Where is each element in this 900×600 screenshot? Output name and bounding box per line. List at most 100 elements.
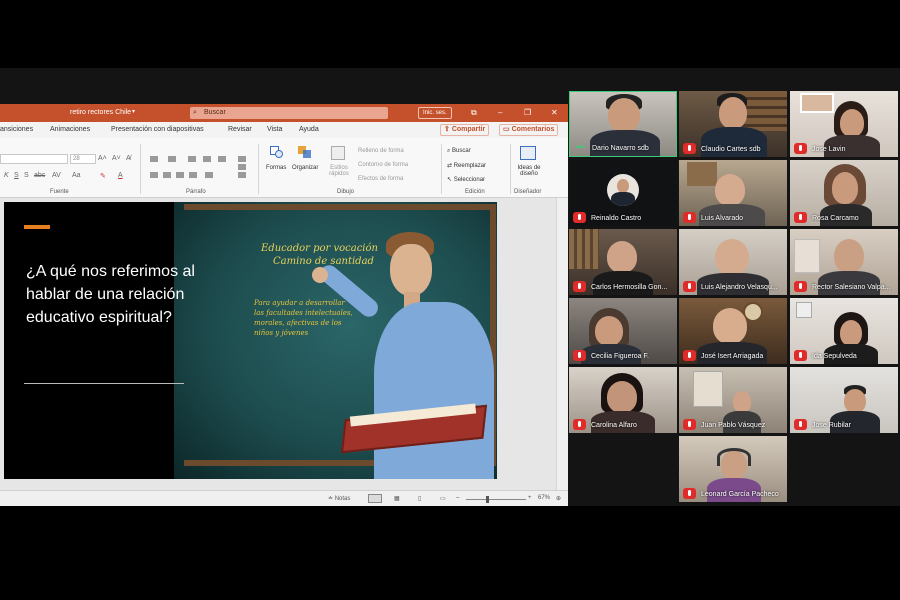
normal-view-icon[interactable] [368, 494, 382, 503]
participant-tile[interactable]: Claudio Cartes sdb [679, 91, 787, 157]
decrease-indent-icon[interactable] [188, 156, 196, 162]
teacher-hand [312, 267, 328, 283]
participant-face [832, 172, 858, 204]
shrink-font-icon[interactable]: A˅ [112, 155, 121, 162]
participant-tile[interactable]: Carolina Alfaro [569, 367, 677, 433]
ribbon-display-icon[interactable]: ⧉ [471, 108, 477, 118]
align-right-icon[interactable] [176, 172, 184, 178]
replace-button[interactable]: ⇄ Reemplazar [447, 162, 486, 169]
arrange-button[interactable]: Organizar [292, 165, 318, 171]
window [794, 239, 820, 273]
zoom-level[interactable]: 67% [538, 495, 550, 501]
text-direction-icon[interactable] [238, 156, 246, 162]
minimize-icon[interactable]: – [498, 108, 502, 118]
shape-effects-button[interactable]: Efectos de forma [358, 176, 403, 182]
tab-transitions[interactable]: ansiciones [0, 126, 33, 133]
zoom-slider[interactable] [466, 499, 526, 500]
tab-slideshow[interactable]: Presentación con diapositivas [111, 126, 204, 133]
font-color-icon[interactable]: A [118, 172, 123, 179]
columns-icon[interactable] [205, 172, 213, 178]
font-size-field[interactable]: 28 [70, 154, 96, 164]
sign-in-button[interactable]: Inic. ses. [418, 107, 452, 119]
highlight-icon[interactable]: ✎ [100, 172, 106, 180]
underline-icon[interactable]: S [14, 172, 19, 179]
shape-outline-button[interactable]: Contorno de forma [358, 162, 408, 168]
tab-help[interactable]: Ayuda [299, 126, 319, 133]
group-label-paragraph: Párrafo [186, 189, 206, 195]
restore-icon[interactable]: ❐ [524, 108, 531, 118]
align-text-icon[interactable] [238, 172, 246, 178]
vertical-scrollbar[interactable] [556, 198, 568, 490]
strikethrough-icon[interactable]: abc [34, 172, 45, 179]
group-label-designer: Diseñador [514, 189, 542, 195]
smartart-icon[interactable] [238, 164, 246, 170]
participant-name: Claudio Cartes sdb [701, 146, 761, 153]
participant-tile[interactable]: Leonard García Pacheco [679, 436, 787, 502]
window [693, 371, 723, 407]
participant-tile[interactable]: ••• Dario Navarro sdb [569, 91, 677, 157]
reading-view-icon[interactable]: ▯ [418, 495, 421, 502]
ribbon-divider [140, 144, 141, 194]
shapes-button[interactable]: Formas [266, 165, 286, 171]
chevron-down-icon[interactable]: ▾ [132, 108, 135, 115]
participant-tile[interactable]: José Isert Arriagada [679, 298, 787, 364]
group-label-drawing: Dibujo [337, 189, 355, 195]
align-left-icon[interactable] [150, 172, 158, 178]
participant-tile[interactable]: Cecilia Figueroa F. [569, 298, 677, 364]
tab-animations[interactable]: Animaciones [50, 126, 90, 133]
change-case-icon[interactable]: Aa [72, 172, 81, 179]
participant-tile[interactable]: Ida Sepulveda [790, 298, 898, 364]
participant-tile[interactable]: Luis Alejandro Velasqu... [679, 229, 787, 295]
design-ideas-icon[interactable] [520, 146, 536, 160]
design-ideas-button[interactable]: Ideas de diseño [514, 165, 544, 177]
tab-view[interactable]: Vista [267, 126, 282, 133]
zoom-in-icon[interactable]: + [528, 495, 532, 501]
fit-slide-icon[interactable]: ⊕ [556, 495, 561, 502]
teacher-photo [312, 222, 497, 479]
grow-font-icon[interactable]: A˄ [98, 155, 107, 162]
comments-button[interactable]: ▭ Comentarios [499, 124, 559, 136]
tab-review[interactable]: Revisar [228, 126, 252, 133]
participant-tile[interactable]: Jose Lavin [790, 91, 898, 157]
participant-tile[interactable]: Reinaldo Castro [569, 160, 677, 226]
muted-mic-icon [573, 350, 586, 361]
align-center-icon[interactable] [163, 172, 171, 178]
line-spacing-icon[interactable] [218, 156, 226, 162]
increase-indent-icon[interactable] [203, 156, 211, 162]
numbering-icon[interactable] [168, 156, 176, 162]
slideshow-icon[interactable]: ▭ [440, 495, 446, 502]
justify-icon[interactable] [189, 172, 197, 178]
font-family-field[interactable] [0, 154, 68, 164]
select-button[interactable]: ↖ Seleccionar [447, 176, 485, 183]
participant-body [818, 271, 880, 295]
bullets-icon[interactable] [150, 156, 158, 162]
italic-icon[interactable]: K [4, 172, 9, 179]
slide-title[interactable]: ¿A qué nos referimos al hablar de una re… [26, 260, 196, 329]
participant-face [840, 109, 864, 137]
ribbon: 28 A˄ A˅ A̸ K S S abc AV Aa ✎ A Fuente P… [0, 138, 568, 198]
clear-format-icon[interactable]: A̸ [126, 155, 131, 162]
zoom-slider-thumb[interactable] [486, 496, 489, 503]
slide-sorter-icon[interactable]: ▦ [394, 495, 400, 502]
share-button[interactable]: ⇪ Compartir [440, 124, 490, 136]
quick-styles-button[interactable]: Estilos rápidos [324, 165, 354, 177]
spacing-icon[interactable]: AV [52, 172, 61, 179]
shapes-icon[interactable] [270, 146, 284, 158]
participant-tile[interactable]: Rector Salesiano Valpa... [790, 229, 898, 295]
participant-tile[interactable]: Luis Alvarado [679, 160, 787, 226]
shape-fill-button[interactable]: Relleno de forma [358, 148, 404, 154]
participant-tile[interactable]: Carlos Hermosilla Gon... [569, 229, 677, 295]
close-icon[interactable]: ✕ [551, 108, 558, 118]
slide-canvas[interactable]: ¿A qué nos referimos al hablar de una re… [4, 202, 497, 479]
zoom-out-icon[interactable]: – [456, 495, 459, 501]
arrange-icon[interactable] [298, 146, 312, 158]
search-box[interactable]: ⌕ Buscar [190, 107, 388, 119]
quick-styles-icon[interactable] [331, 146, 345, 160]
participant-tile[interactable]: Rosa Carcamo [790, 160, 898, 226]
shadow-icon[interactable]: S [24, 172, 29, 179]
participant-tile[interactable]: Jose Rubilar [790, 367, 898, 433]
find-button[interactable]: ⌕ Buscar [447, 148, 471, 155]
notes-button[interactable]: ≐ Notas [328, 495, 350, 502]
document-title[interactable]: retiro rectores Chile [70, 109, 131, 116]
participant-tile[interactable]: Juan Pablo Vásquez [679, 367, 787, 433]
